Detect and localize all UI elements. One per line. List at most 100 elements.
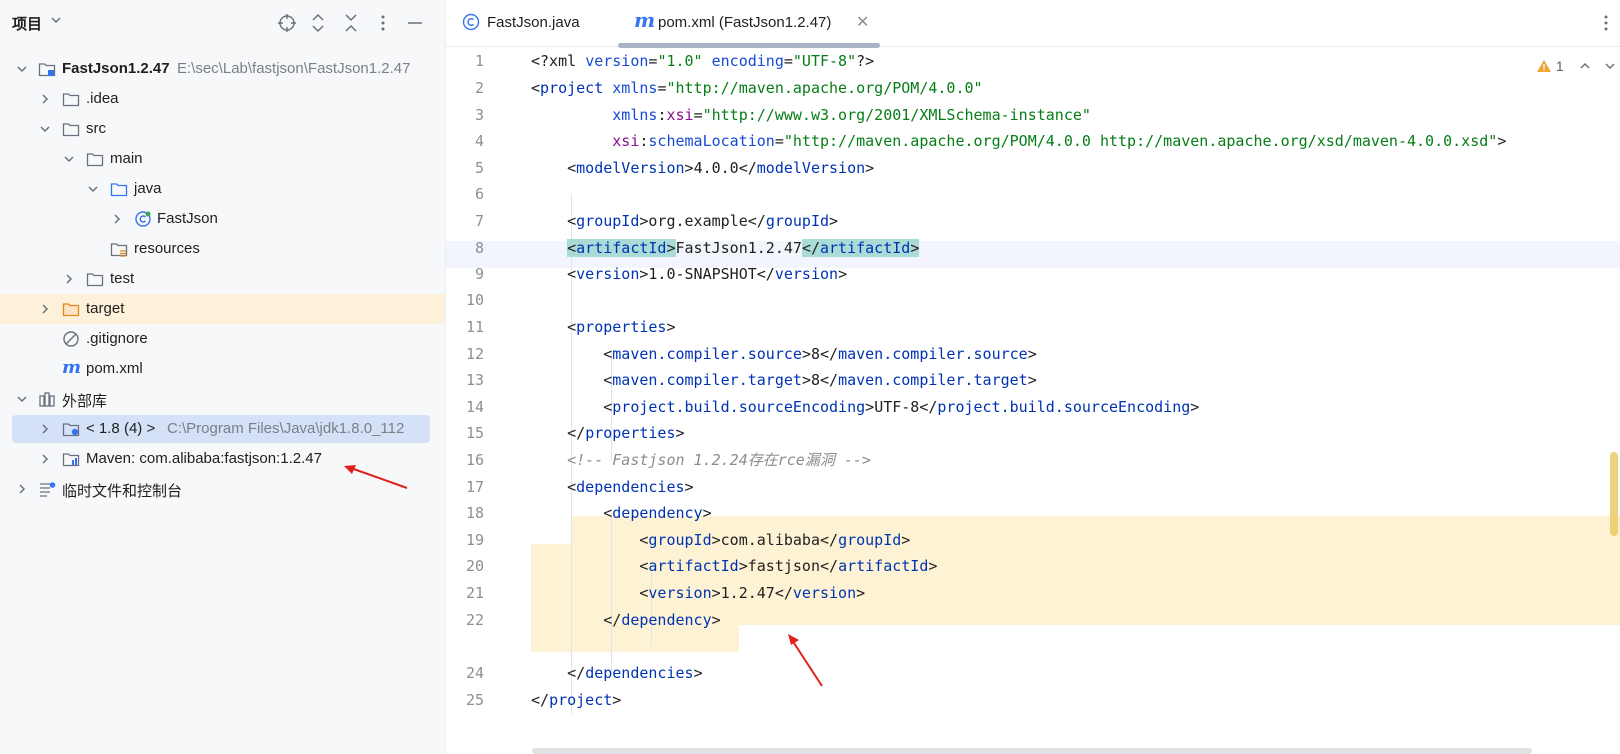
horizontal-scrollbar[interactable] (532, 748, 1532, 754)
inspection-widget[interactable]: 1 (1536, 58, 1617, 74)
line-number: 20 (465, 557, 484, 575)
tag-name: artifactId (648, 557, 739, 575)
matched-tag: </artifactId> (801, 239, 920, 257)
tree-item-label: FastJson1.2.47 (62, 60, 170, 77)
jar-library-icon (62, 453, 80, 467)
code-line-12: <maven.compiler.source>8</maven.compiler… (603, 345, 1037, 363)
line-number: 10 (465, 291, 484, 309)
tree-item-label: 外部库 (62, 393, 108, 410)
attr-name: version (585, 52, 649, 70)
xml-declaration: <?xml (531, 52, 586, 70)
tag-name: artifactId (576, 239, 667, 257)
folder-icon (86, 153, 104, 167)
attr-namespace: xsi (612, 132, 640, 150)
tree-item-java[interactable]: java (0, 174, 445, 204)
tree-item-label: < 1.8 (4) > (86, 420, 156, 437)
line-number: 15 (465, 424, 484, 442)
tag-name: version (576, 265, 640, 283)
locate-icon[interactable] (276, 12, 298, 34)
line-number: 4 (474, 132, 484, 150)
line-number: 9 (474, 265, 484, 283)
chevron-down-icon[interactable] (1603, 59, 1617, 73)
chevron-up-icon[interactable] (1578, 59, 1592, 73)
chevron-right-icon[interactable] (61, 271, 77, 287)
tag-name: version (774, 265, 839, 283)
tree-item-jdk[interactable]: < 1.8 (4) > C:\Program Files\Java\jdk1.8… (0, 414, 445, 444)
chevron-down-icon[interactable] (37, 121, 53, 137)
vertical-scrollbar-marker[interactable] (1610, 452, 1618, 536)
minimize-icon[interactable] (404, 12, 426, 34)
close-icon[interactable]: ✕ (856, 12, 869, 32)
tag-name: maven.compiler.target (612, 371, 802, 389)
editor-tab-bar: FastJson.java m pom.xml (FastJson1.2.47)… (446, 0, 1620, 48)
chevron-right-icon[interactable] (37, 451, 53, 467)
line-number: 25 (465, 691, 484, 709)
tab-pom-xml[interactable]: m pom.xml (FastJson1.2.47) (618, 0, 880, 46)
tree-item-idea[interactable]: .idea (0, 84, 445, 114)
line-number: 2 (474, 79, 484, 97)
annotation-arrow (344, 465, 408, 489)
chevron-down-icon[interactable] (14, 61, 30, 77)
tag-text: com.alibaba (720, 531, 820, 549)
code-line-13: <maven.compiler.target>8</maven.compiler… (603, 371, 1037, 389)
tag-name: groupId (576, 212, 640, 230)
tree-item-pom[interactable]: m pom.xml (0, 354, 445, 384)
tag-name: dependencies (576, 478, 685, 496)
project-panel-header: 项目 (0, 0, 445, 46)
more-options-icon[interactable] (372, 12, 394, 34)
chevron-right-icon[interactable] (37, 421, 53, 437)
code-area[interactable]: <?xml version="1.0" encoding="UTF-8"?> <… (531, 46, 1611, 754)
tree-item-main[interactable]: main (0, 144, 445, 174)
line-number: 13 (465, 371, 484, 389)
package-class-icon (135, 211, 151, 227)
chevron-right-icon[interactable] (37, 301, 53, 317)
chevron-down-icon[interactable] (14, 391, 30, 407)
code-line-21: <version>1.2.47</version> (639, 584, 866, 602)
chevron-down-icon[interactable] (48, 12, 64, 28)
code-line-17: <dependencies> (567, 478, 694, 496)
tag-text: UTF-8 (874, 398, 920, 416)
line-number: 21 (465, 584, 484, 602)
tree-item-label: .idea (86, 90, 119, 107)
tree-item-resources[interactable]: resources (0, 234, 445, 264)
code-line-14: <project.build.sourceEncoding>UTF-8</pro… (603, 398, 1200, 416)
tag-name: version (648, 584, 712, 602)
tree-item-project-root[interactable]: FastJson1.2.47 E:\sec\Lab\fastjson\FastJ… (0, 54, 445, 84)
scratches-icon (40, 482, 56, 497)
tree-item-gitignore[interactable]: .gitignore (0, 324, 445, 354)
folder-icon (62, 93, 80, 107)
code-line-15: </properties> (567, 424, 685, 442)
code-line-8: <artifactId>FastJson1.2.47</artifactId> (531, 235, 920, 262)
tag-name: modelVersion (756, 159, 866, 177)
tab-fastjson-java[interactable]: FastJson.java (446, 0, 616, 46)
chevron-right-icon[interactable] (14, 481, 30, 497)
tree-item-test[interactable]: test (0, 264, 445, 294)
tree-item-target[interactable]: target (0, 294, 445, 324)
line-number: 14 (465, 398, 484, 416)
tree-item-fastjson-class[interactable]: FastJson (0, 204, 445, 234)
tree-item-src[interactable]: src (0, 114, 445, 144)
excluded-folder-icon (62, 303, 80, 317)
more-options-icon[interactable] (1596, 12, 1616, 34)
code-line-5: <modelVersion>4.0.0</modelVersion> (567, 159, 875, 177)
chevron-down-icon[interactable] (85, 181, 101, 197)
code-line-18: <dependency> (603, 504, 712, 522)
tree-item-external-libraries[interactable]: 外部库 (0, 384, 445, 414)
tag-name: dependency (621, 611, 712, 629)
line-number: 17 (465, 478, 484, 496)
line-number: 3 (474, 106, 484, 124)
project-panel-title[interactable]: 项目 (12, 13, 42, 34)
code-line-19: <groupId>com.alibaba</groupId> (639, 531, 911, 549)
expand-all-icon[interactable] (307, 12, 329, 34)
chevron-down-icon[interactable] (61, 151, 77, 167)
collapse-all-icon[interactable] (340, 12, 362, 34)
tag-name: version (792, 584, 857, 602)
line-number: 24 (465, 664, 484, 682)
tree-item-label: java (134, 180, 162, 197)
annotation-arrow (788, 634, 823, 687)
tree-item-label: FastJson (157, 210, 218, 227)
tag-text: 1.2.47 (720, 584, 775, 602)
chevron-right-icon[interactable] (37, 91, 53, 107)
chevron-right-icon[interactable] (109, 211, 125, 227)
line-number: 16 (465, 451, 484, 469)
